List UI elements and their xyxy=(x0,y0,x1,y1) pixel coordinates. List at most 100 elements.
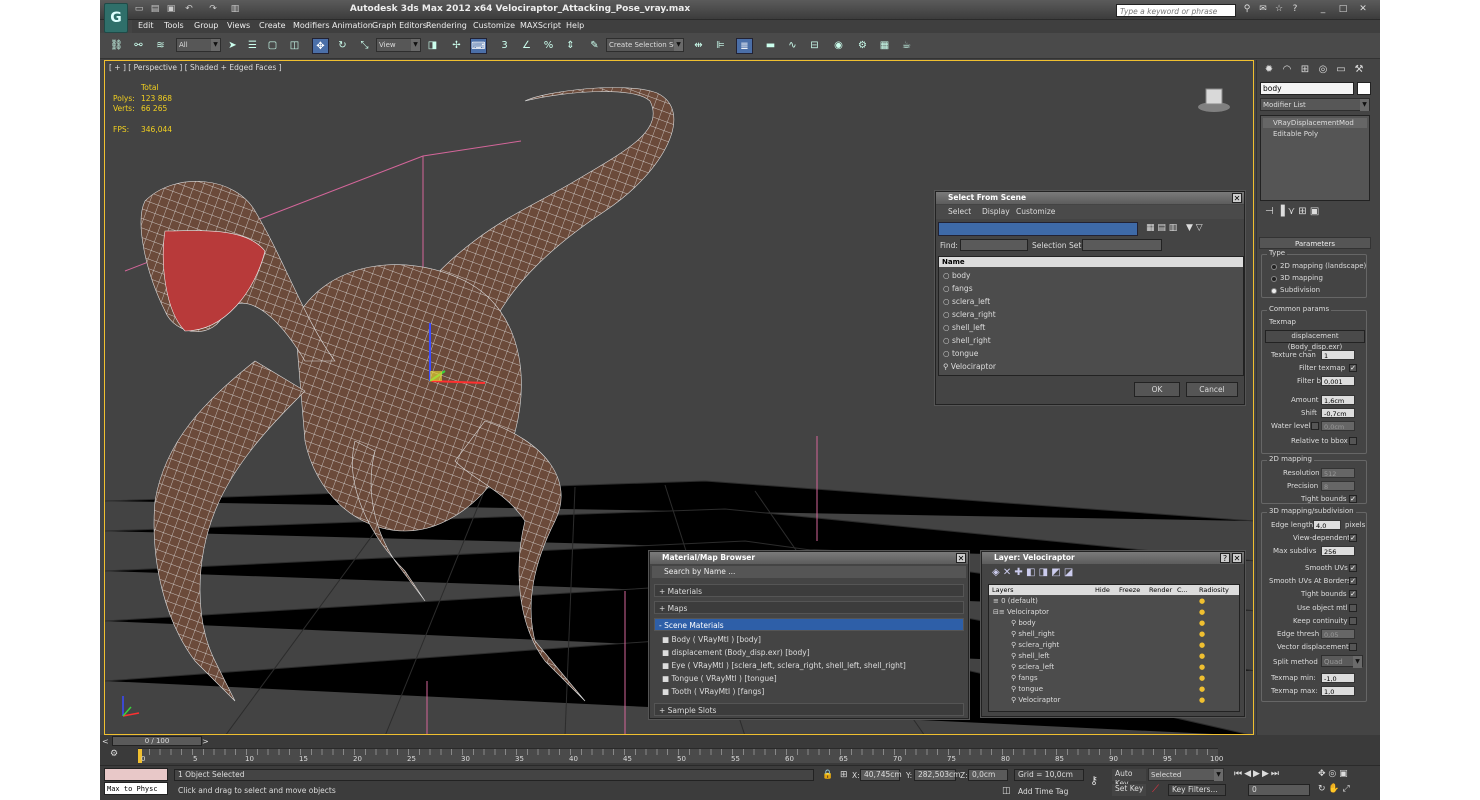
key-icon[interactable]: ⚷ xyxy=(1090,774,1098,787)
utilities-tab-icon[interactable]: ⚒ xyxy=(1351,62,1367,78)
motion-tab-icon[interactable]: ◎ xyxy=(1315,62,1331,78)
key-filters-button[interactable]: Key Filters... xyxy=(1168,784,1226,796)
maxscript-listener-pink[interactable] xyxy=(104,768,168,781)
list-item[interactable]: ⚲ Velociraptor xyxy=(943,360,996,373)
schematic-view-icon[interactable]: ⊟ xyxy=(806,38,823,54)
section-materials[interactable]: + Materials xyxy=(654,584,964,597)
communication-icon[interactable]: ✉ xyxy=(1256,3,1270,16)
section-sample-slots[interactable]: + Sample Slots xyxy=(654,703,964,716)
section-scene-materials[interactable]: - Scene Materials xyxy=(654,618,964,631)
layer-row[interactable]: ⚲ shell_left xyxy=(1011,651,1253,662)
playback-controls-icon[interactable]: ⏮◀▶▶⏭ xyxy=(1234,769,1281,779)
edge-thresh-spinner[interactable]: 0,05 xyxy=(1321,629,1355,639)
select-and-scale-icon[interactable]: ⤡ xyxy=(356,38,373,54)
snaps-toggle-icon[interactable]: 3 xyxy=(496,38,513,54)
tight-bounds-2d-checkbox[interactable]: ✓ xyxy=(1349,495,1357,503)
texmap-min-spinner[interactable]: -1,0 xyxy=(1321,673,1355,683)
link-icon[interactable]: ⛓ xyxy=(108,38,125,54)
cancel-button[interactable]: Cancel xyxy=(1186,382,1238,397)
col-render[interactable]: Render xyxy=(1149,585,1172,595)
edge-length-spinner[interactable]: 4,0 xyxy=(1313,520,1341,530)
key-selection-select[interactable]: Selected ▼ xyxy=(1148,768,1224,781)
layer-row[interactable]: ⚲ Velociraptor xyxy=(1011,695,1253,706)
curve-editor-icon[interactable]: ∿ xyxy=(784,38,801,54)
close-icon[interactable]: ✕ xyxy=(1232,193,1242,203)
col-freeze[interactable]: Freeze xyxy=(1119,585,1140,595)
layer-row[interactable]: ⚲ body xyxy=(1011,618,1253,629)
next-frame-icon[interactable]: > xyxy=(202,737,209,746)
menu-customize[interactable]: Customize xyxy=(473,21,515,30)
lock-icon[interactable]: 🔒 xyxy=(822,770,833,780)
modifier-list-select[interactable]: Modifier List ▼ xyxy=(1260,98,1370,111)
maximize-icon[interactable]: □ xyxy=(1336,3,1350,16)
texmap-button[interactable]: displacement (Body_disp.exr) xyxy=(1265,330,1365,351)
mini-curve-editor-icon[interactable]: ⚙ xyxy=(110,749,118,759)
parameters-rollout[interactable]: Parameters xyxy=(1259,237,1371,249)
water-level-checkbox[interactable] xyxy=(1311,422,1319,430)
amount-spinner[interactable]: 1,6cm xyxy=(1321,395,1355,405)
material-item[interactable]: ■ Tooth ( VRayMtl ) [fangs] xyxy=(662,685,764,698)
type-radio-3d[interactable] xyxy=(1271,276,1277,282)
layer-row[interactable]: ⚲ shell_right xyxy=(1011,629,1253,640)
unlink-icon[interactable]: ⚯ xyxy=(130,38,147,54)
auto-key-button[interactable]: Auto Key xyxy=(1112,769,1146,788)
named-selection-set-select[interactable]: Create Selection Se ▼ xyxy=(606,38,684,52)
percent-snap-icon[interactable]: % xyxy=(540,38,557,54)
select-and-move-icon[interactable]: ✥ xyxy=(312,38,329,54)
time-tag-icon[interactable]: ◫ xyxy=(1002,786,1011,796)
select-object-icon[interactable]: ➤ xyxy=(224,38,241,54)
stack-tools-icons[interactable]: ⊣ ▐ ⋎ ⊞ ▣ xyxy=(1265,206,1319,217)
material-search-input[interactable]: Search by Name ... xyxy=(652,566,966,578)
set-key-button[interactable]: Set Key xyxy=(1112,784,1146,796)
selection-filter-select[interactable]: All ▼ xyxy=(176,38,221,52)
menu-create[interactable]: Create xyxy=(259,21,286,30)
vector-displacement-checkbox[interactable] xyxy=(1349,643,1357,651)
time-slider[interactable]: 0 / 100 xyxy=(112,736,202,746)
window-crossing-icon[interactable]: ◫ xyxy=(286,38,303,54)
current-frame-field[interactable]: 0 xyxy=(1248,784,1310,796)
list-item[interactable]: ○ body xyxy=(943,269,971,282)
precision-spinner[interactable]: 8 xyxy=(1321,481,1355,491)
y-coordinate-field[interactable]: 282,503cm xyxy=(914,769,960,781)
list-item[interactable]: ○ fangs xyxy=(943,282,973,295)
render-setup-icon[interactable]: ⚙ xyxy=(854,38,871,54)
maxscript-listener-input[interactable]: Max to Physc xyxy=(104,782,168,795)
material-item[interactable]: ■ Eye ( VRayMtl ) [sclera_left, sclera_r… xyxy=(662,659,906,672)
material-item[interactable]: ■ Body ( VRayMtl ) [body] xyxy=(662,633,761,646)
list-item[interactable]: ○ shell_left xyxy=(943,321,985,334)
section-maps[interactable]: + Maps xyxy=(654,601,964,614)
filter-texmap-checkbox[interactable]: ✓ xyxy=(1349,364,1357,372)
resolution-spinner[interactable]: 512 xyxy=(1321,468,1355,478)
radiosity-icons[interactable]: ● ● ● ● ● ● ● ● ● ● xyxy=(1199,596,1213,706)
menu-animation[interactable]: Animation xyxy=(332,21,373,30)
layer-manager-icon[interactable]: ≣ xyxy=(736,38,753,54)
select-by-name-icon[interactable]: ☰ xyxy=(244,38,261,54)
edit-named-selection-icon[interactable]: ✎ xyxy=(586,38,603,54)
display-tab-icon[interactable]: ▭ xyxy=(1333,62,1349,78)
select-and-rotate-icon[interactable]: ↻ xyxy=(334,38,351,54)
split-method-select[interactable]: Quad ▼ xyxy=(1321,655,1363,668)
layer-row[interactable]: ⚲ tongue xyxy=(1011,684,1253,695)
menu-modifiers[interactable]: Modifiers xyxy=(293,21,330,30)
modify-tab-icon[interactable]: ◠ xyxy=(1279,62,1295,78)
texmap-max-spinner[interactable]: 1,0 xyxy=(1321,686,1355,696)
filter-toolbar[interactable] xyxy=(938,222,1138,236)
default-in-out-icon[interactable]: ⟋ xyxy=(1152,784,1159,795)
display-toolbar-icon[interactable]: ▦ ▤ ▥ xyxy=(1146,223,1177,233)
reference-coordinate-select[interactable]: View ▼ xyxy=(376,38,421,52)
select-and-manipulate-icon[interactable]: ✢ xyxy=(448,38,465,54)
object-name-input[interactable]: body xyxy=(1260,82,1354,95)
find-input[interactable] xyxy=(960,239,1028,251)
type-radio-2d[interactable] xyxy=(1271,264,1277,270)
col-layers[interactable]: Layers xyxy=(992,585,1014,595)
list-item[interactable]: ○ shell_right xyxy=(943,334,991,347)
prev-frame-icon[interactable]: < xyxy=(102,737,109,746)
texture-chan-spinner[interactable]: 1 xyxy=(1321,350,1355,360)
list-item[interactable]: ○ sclera_right xyxy=(943,308,996,321)
minimize-icon[interactable]: _ xyxy=(1316,3,1330,16)
angle-snap-icon[interactable]: ∠ xyxy=(518,38,535,54)
menu-display[interactable]: Display xyxy=(982,207,1010,216)
view-dependent-checkbox[interactable]: ✓ xyxy=(1349,534,1357,542)
close-icon[interactable]: ✕ xyxy=(1232,553,1242,563)
menu-select[interactable]: Select xyxy=(948,207,971,216)
